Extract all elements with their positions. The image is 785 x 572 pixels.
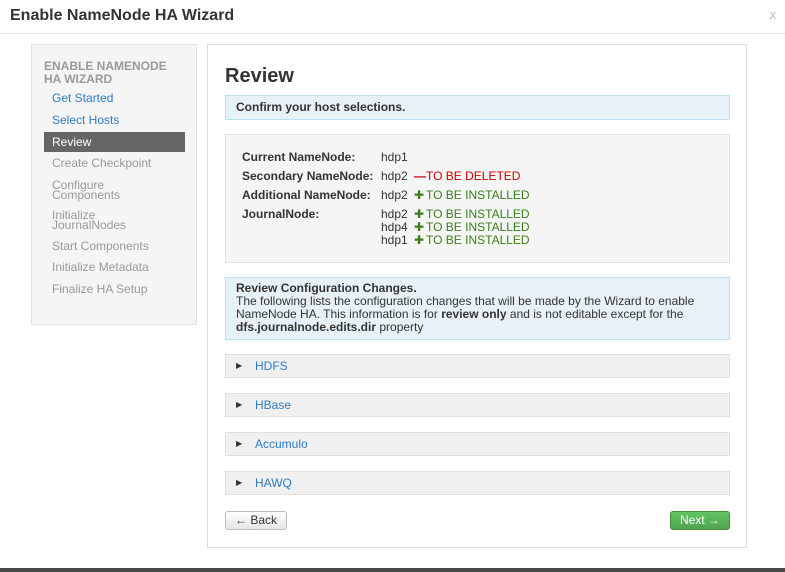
journalnode-status-1: ✚ TO BE INSTALLED bbox=[414, 207, 530, 221]
plus-icon: ✚ bbox=[414, 207, 425, 221]
service-panel-hdfs[interactable]: ▶ HDFS bbox=[225, 354, 730, 378]
current-namenode-host: hdp1 bbox=[381, 150, 408, 164]
additional-namenode-host: hdp2 bbox=[381, 188, 408, 202]
review-config-alert: Review Configuration Changes. The follow… bbox=[225, 277, 730, 340]
additional-namenode-status: ✚ TO BE INSTALLED bbox=[414, 188, 530, 202]
sidebar-item-review[interactable]: Review bbox=[44, 132, 185, 152]
sidebar-item-select-hosts[interactable]: Select Hosts bbox=[44, 114, 185, 126]
sidebar-item-get-started[interactable]: Get Started bbox=[44, 92, 185, 104]
caret-right-icon: ▶ bbox=[236, 439, 243, 448]
service-name[interactable]: HDFS bbox=[255, 359, 288, 373]
journalnode-label: JournalNode: bbox=[242, 207, 320, 221]
confirm-alert: Confirm your host selections. bbox=[225, 95, 730, 120]
plus-icon: ✚ bbox=[414, 188, 425, 202]
page-title: Review bbox=[225, 65, 294, 87]
caret-right-icon: ▶ bbox=[236, 361, 243, 370]
journalnode-host-3: hdp1 bbox=[381, 233, 408, 247]
sidebar-item-configure-components: Configure Components bbox=[52, 178, 121, 202]
sidebar-item-finalize-ha-setup: Finalize HA Setup bbox=[52, 282, 148, 296]
next-button[interactable]: Next → bbox=[670, 511, 730, 530]
journalnode-host-2: hdp4 bbox=[381, 220, 408, 234]
secondary-namenode-label: Secondary NameNode: bbox=[242, 169, 374, 183]
sidebar-item-create-checkpoint: Create Checkpoint bbox=[52, 156, 152, 170]
minus-icon: — bbox=[414, 169, 426, 183]
caret-right-icon: ▶ bbox=[236, 400, 243, 409]
journalnode-status-3: ✚ TO BE INSTALLED bbox=[414, 233, 530, 247]
modal-header: Enable NameNode HA Wizard x bbox=[0, 0, 785, 34]
service-panel-accumulo[interactable]: ▶ Accumulo bbox=[225, 432, 730, 456]
service-panel-hbase[interactable]: ▶ HBase bbox=[225, 393, 730, 417]
review-config-text: The following lists the configuration ch… bbox=[236, 294, 695, 334]
sidebar-item-initialize-journalnodes: Initialize JournalNodes bbox=[52, 208, 127, 232]
service-panel-hawq[interactable]: ▶ HAWQ bbox=[225, 471, 730, 495]
modal-title: Enable NameNode HA Wizard bbox=[10, 7, 235, 24]
wizard-content: Review Confirm your host selections. Cur… bbox=[207, 44, 747, 548]
window-bottom-border bbox=[0, 568, 785, 572]
close-icon[interactable]: x bbox=[770, 7, 777, 22]
service-name[interactable]: Accumulo bbox=[255, 437, 308, 451]
journalnode-status-2: ✚ TO BE INSTALLED bbox=[414, 220, 530, 234]
secondary-namenode-host: hdp2 bbox=[381, 169, 408, 183]
service-name[interactable]: HBase bbox=[255, 398, 291, 412]
host-selection-summary: Current NameNode: hdp1 Secondary NameNod… bbox=[225, 134, 730, 263]
service-name[interactable]: HAWQ bbox=[255, 476, 292, 490]
sidebar-item-initialize-metadata: Initialize Metadata bbox=[52, 260, 149, 274]
journalnode-host-1: hdp2 bbox=[381, 207, 408, 221]
sidebar-title: ENABLE NAMENODE HA WIZARD bbox=[44, 59, 167, 86]
additional-namenode-label: Additional NameNode: bbox=[242, 188, 371, 202]
secondary-namenode-status: —TO BE DELETED bbox=[414, 169, 521, 183]
wizard-modal: Enable NameNode HA Wizard x ENABLE NAMEN… bbox=[0, 0, 785, 572]
back-button[interactable]: ← Back bbox=[225, 511, 287, 530]
wizard-steps-sidebar: ENABLE NAMENODE HA WIZARD Get Started Se… bbox=[31, 44, 197, 325]
caret-right-icon: ▶ bbox=[236, 478, 243, 487]
current-namenode-label: Current NameNode: bbox=[242, 150, 356, 164]
sidebar-item-start-components: Start Components bbox=[52, 239, 149, 253]
plus-icon: ✚ bbox=[414, 220, 425, 234]
plus-icon: ✚ bbox=[414, 233, 425, 247]
